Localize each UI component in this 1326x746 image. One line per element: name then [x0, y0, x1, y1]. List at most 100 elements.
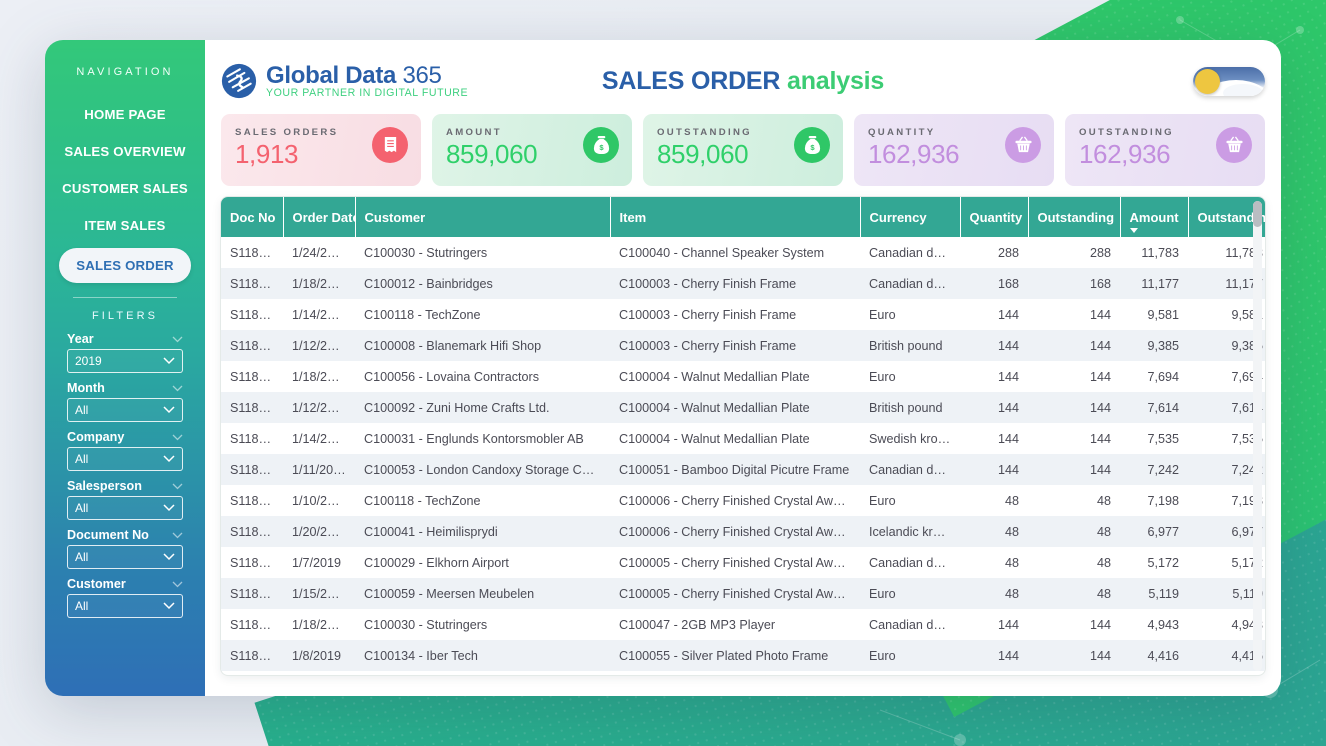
table-row[interactable]: S118041 1/20/2019 C100041 - Heimilisprydi C… [221, 516, 1265, 547]
day-night-toggle[interactable] [1193, 66, 1265, 96]
table-row[interactable]: S118040 1/14/2019 C100031 - Englunds Konto… [221, 423, 1265, 454]
top-bar: Global Data 365 YOUR PARTNER IN DIGITAL … [221, 52, 1265, 110]
filter-customer-select[interactable]: All [67, 594, 183, 618]
table-cell: British pound [869, 400, 943, 415]
column-header-amount[interactable]: Amount [1120, 197, 1189, 237]
chevron-down-icon[interactable] [172, 483, 183, 490]
column-header-currency[interactable]: Currency [860, 197, 961, 237]
table-cell: 144 [1089, 338, 1111, 353]
table-cell: S118160 [230, 369, 280, 384]
table-cell: C100118 - TechZone [364, 493, 481, 508]
table-cell: S118041 [230, 524, 280, 539]
table-cell: C100041 - Heimilisprydi [364, 524, 498, 539]
table-row[interactable]: S118003 1/11/2019 C100053 - London Candoxy… [221, 454, 1265, 485]
table-row[interactable]: S118059 1/8/2019 C100134 - Iber Tech C10005… [221, 640, 1265, 671]
table-cell: C100006 - Cherry Finished Crystal Award- [619, 493, 856, 508]
table-cell: 144 [1089, 617, 1111, 632]
table-cell: 1/8/2019 [292, 648, 342, 663]
chevron-down-icon[interactable] [172, 532, 183, 539]
table-cell: 48 [1004, 493, 1019, 508]
brand-logo[interactable]: Global Data 365 YOUR PARTNER IN DIGITAL … [221, 63, 468, 99]
kpi-card-outstanding-quantity[interactable]: OUTSTANDING 162,936 [1065, 114, 1265, 186]
filter-year-select[interactable]: 2019 [67, 349, 183, 373]
table-cell: 1/11/2019 [292, 462, 348, 477]
table-cell: 48 [1096, 555, 1111, 570]
table-cell: 288 [1089, 245, 1111, 260]
chevron-down-icon[interactable] [172, 581, 183, 588]
chevron-down-icon[interactable] [172, 385, 183, 392]
filters-heading: FILTERS [91, 310, 159, 322]
filter-company-select[interactable]: All [67, 447, 183, 471]
filter-customer-label: Customer [67, 577, 126, 591]
table-cell: C100118 - TechZone [364, 307, 481, 322]
table-scrollbar[interactable] [1253, 201, 1262, 671]
sidebar-item-customer-sales[interactable]: CUSTOMER SALES [45, 170, 205, 207]
sidebar-item-home-page[interactable]: HOME PAGE [45, 96, 205, 133]
table-cell: Swedish krona [869, 431, 952, 446]
table-row[interactable]: S118160 1/18/2019 C100056 - Lovaina Contra… [221, 361, 1265, 392]
table-cell: C100051 - Bamboo Digital Picutre Frame [619, 462, 850, 477]
table-row[interactable]: S118005 1/18/2019 C100030 - Stutringers C10… [221, 609, 1265, 640]
table-row[interactable]: S118149 1/15/2019 C100059 - Meersen Meubel… [221, 578, 1265, 609]
table-row[interactable]: S118147 1/12/2019 C100008 - Blanemark Hifi… [221, 330, 1265, 361]
column-header-order-date[interactable]: Order Date [283, 197, 360, 237]
table-cell: 1/14/2019 [292, 431, 349, 446]
table-cell: 4,943 [1147, 617, 1179, 632]
table-cell: Canadian dollar [869, 462, 958, 477]
column-header-quantity[interactable]: Quantity [960, 197, 1029, 237]
chevron-down-icon[interactable] [172, 336, 183, 343]
table-row[interactable]: S118159 1/12/2019 C100092 - Zuni Home Craf… [221, 392, 1265, 423]
sidebar-divider [73, 297, 177, 298]
sales-order-table-card: Doc No Order Date Customer Item Currency… [221, 197, 1265, 675]
column-header-customer[interactable]: Customer [355, 197, 611, 237]
column-header-doc-no[interactable]: Doc No [221, 197, 284, 237]
table-row[interactable]: S118007 1/24/2019 C100030 - Stutringers C10… [221, 237, 1265, 268]
kpi-card-sales-orders[interactable]: SALES ORDERS 1,913 [221, 114, 421, 186]
money-bag-icon: $ [583, 127, 619, 163]
filter-salesperson-select[interactable]: All [67, 496, 183, 520]
filter-month-select[interactable]: All [67, 398, 183, 422]
money-bag-icon: $ [794, 127, 830, 163]
table-cell: C100005 - Cherry Finished Crystal Award [619, 586, 852, 601]
table-cell: 1/10/2019 [292, 493, 349, 508]
table-cell: C100003 - Cherry Finish Frame [619, 307, 797, 322]
table-cell: 11,783 [1141, 245, 1179, 260]
kpi-card-quantity[interactable]: QUANTITY 162,936 [854, 114, 1054, 186]
table-cell: 7,535 [1147, 431, 1179, 446]
table-cell: 48 [1096, 493, 1111, 508]
sidebar-item-item-sales[interactable]: ITEM SALES [45, 207, 205, 244]
logo-tagline: YOUR PARTNER IN DIGITAL FUTURE [266, 87, 469, 100]
table-cell: S118170 [230, 307, 280, 322]
sidebar-item-sales-overview[interactable]: SALES OVERVIEW [45, 133, 205, 170]
kpi-card-outstanding-amount[interactable]: OUTSTANDING 859,060 $ [643, 114, 843, 186]
table-cell: C100031 - Englunds Kontorsmobler AB [364, 431, 584, 446]
table-cell: 48 [1004, 586, 1019, 601]
table-cell: C100134 - Iber Tech [364, 648, 478, 663]
filter-year-label: Year [67, 332, 94, 346]
table-row[interactable]: S118169 1/10/2019 C100118 - TechZone C10000… [221, 485, 1265, 516]
table-scrollbar-thumb[interactable] [1253, 201, 1262, 227]
table-row[interactable]: S118130 1/18/2019 C100012 - Bainbridges C10… [221, 268, 1265, 299]
filter-document-no-select[interactable]: All [67, 545, 183, 569]
filter-month-label: Month [67, 381, 105, 395]
chevron-down-icon [163, 357, 175, 365]
table-cell: 1/20/2019 [292, 524, 349, 539]
table-row[interactable]: S118125 1/7/2019 C100029 - Elkhorn Airport… [221, 547, 1265, 578]
kpi-card-amount[interactable]: AMOUNT 859,060 $ [432, 114, 632, 186]
table-cell: S118159 [230, 400, 280, 415]
brand-logo-text: Global Data 365 YOUR PARTNER IN DIGITAL … [266, 63, 468, 99]
sidebar: NAVIGATION HOME PAGE SALES OVERVIEW CUST… [45, 40, 205, 696]
column-header-item[interactable]: Item [610, 197, 861, 237]
table-cell: 1/12/2019 [292, 400, 349, 415]
table-cell: 1/18/2019 [292, 369, 349, 384]
table-cell: 48 [1096, 586, 1111, 601]
chevron-down-icon[interactable] [172, 434, 183, 441]
table-cell: C100003 - Cherry Finish Frame [619, 276, 797, 291]
filter-company-value: All [75, 452, 89, 466]
table-body: S118007 1/24/2019 C100030 - Stutringers C10… [221, 237, 1265, 671]
sidebar-item-sales-order[interactable]: SALES ORDER [59, 248, 191, 283]
table-row[interactable]: S118170 1/14/2019 C100118 - TechZone C10000… [221, 299, 1265, 330]
table-cell: C100004 - Walnut Medallian Plate [619, 369, 810, 384]
column-header-outstanding-quantity[interactable]: Outstanding [1028, 197, 1121, 237]
table-cell: S118007 [230, 245, 280, 260]
